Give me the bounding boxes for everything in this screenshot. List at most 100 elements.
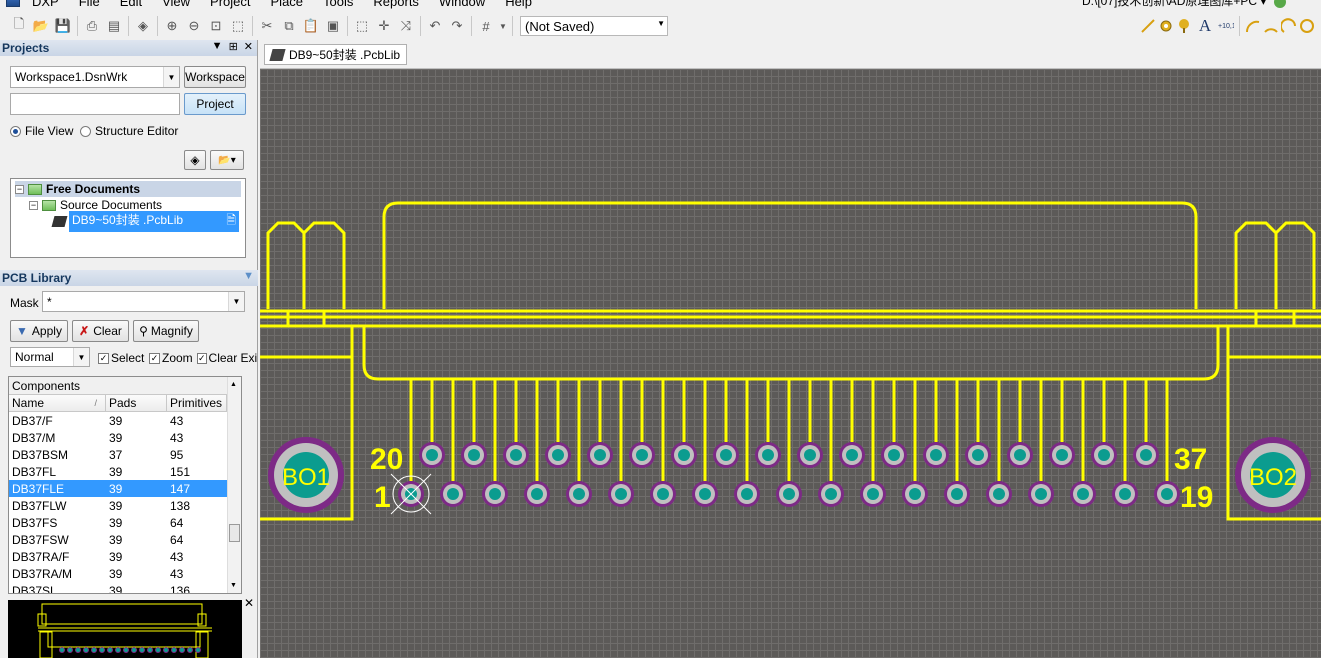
pad-bottom-19[interactable] xyxy=(1154,481,1180,507)
scroll-thumb[interactable] xyxy=(229,524,240,542)
table-row[interactable]: DB37FS 39 64 xyxy=(9,514,241,531)
pad-bottom-4[interactable] xyxy=(524,481,550,507)
table-row[interactable]: DB37SL 39 136 xyxy=(9,582,241,594)
zoom-checkbox[interactable]: ✓ Zoom xyxy=(149,351,193,365)
tree-item-free-documents[interactable]: − Free Documents xyxy=(15,181,241,197)
place-pad-icon[interactable] xyxy=(1158,18,1174,34)
pad-top-26[interactable] xyxy=(671,442,697,468)
column-header-primitives[interactable]: Primitives xyxy=(167,395,227,411)
pad-top-20[interactable] xyxy=(419,442,445,468)
pad-bottom-6[interactable] xyxy=(608,481,634,507)
pad-bottom-10[interactable] xyxy=(776,481,802,507)
pin-icon[interactable]: ⊞ xyxy=(229,40,238,53)
scroll-down-icon[interactable]: ▼ xyxy=(230,582,237,589)
go-icon[interactable] xyxy=(1273,0,1286,8)
table-row[interactable]: DB37FL 39 151 xyxy=(9,463,241,480)
tab-pcblib-document[interactable]: DB9~50封装 .PcbLib xyxy=(264,44,408,65)
panel-menu-icon[interactable]: ▼ xyxy=(243,270,254,282)
place-via-icon[interactable] xyxy=(1176,18,1192,34)
place-line-icon[interactable] xyxy=(1140,18,1156,34)
pad-bottom-8[interactable] xyxy=(692,481,718,507)
pad-top-29[interactable] xyxy=(797,442,823,468)
table-row[interactable]: DB37BSM 37 95 xyxy=(9,446,241,463)
pad-top-24[interactable] xyxy=(587,442,613,468)
menu-place[interactable]: Place xyxy=(261,0,314,9)
pad-bottom-15[interactable] xyxy=(986,481,1012,507)
menu-file[interactable]: File xyxy=(69,0,110,9)
pad-bottom-13[interactable] xyxy=(902,481,928,507)
menu-reports[interactable]: Reports xyxy=(363,0,429,9)
table-row[interactable]: DB37FSW 39 64 xyxy=(9,531,241,548)
pad-bottom-2[interactable] xyxy=(440,481,466,507)
collapse-icon[interactable]: − xyxy=(29,200,38,210)
select-area-icon[interactable]: ⬚ xyxy=(351,15,373,37)
open-icon[interactable]: 📂 xyxy=(30,15,52,37)
pcb-editor-canvas[interactable]: BO1 BO2 20 1 37 19 xyxy=(260,69,1321,658)
pad-top-37[interactable] xyxy=(1133,442,1159,468)
pad-bottom-3[interactable] xyxy=(482,481,508,507)
zoom-out-icon[interactable]: ⊖ xyxy=(183,15,205,37)
table-row[interactable]: DB37FLW 39 138 xyxy=(9,497,241,514)
print-icon[interactable]: ⎙ xyxy=(81,15,103,37)
pad-bottom-14[interactable] xyxy=(944,481,970,507)
pad-top-25[interactable] xyxy=(629,442,655,468)
deselect-icon[interactable]: ⤨ xyxy=(395,15,417,37)
pad-bottom-12[interactable] xyxy=(860,481,886,507)
pad-top-23[interactable] xyxy=(545,442,571,468)
menu-edit[interactable]: Edit xyxy=(110,0,152,9)
pad-top-22[interactable] xyxy=(503,442,529,468)
redo-icon[interactable]: ↷ xyxy=(446,15,468,37)
tree-item-pcblib[interactable]: DB9~50封装 .PcbLib 🗎 xyxy=(51,210,241,232)
nav-arrow-icon[interactable]: ▾ xyxy=(1260,0,1266,8)
magnify-button[interactable]: ⚲ Magnify xyxy=(133,320,199,342)
clear-existing-checkbox[interactable]: ✓ Clear Exi xyxy=(197,351,257,365)
table-row[interactable]: DB37RA/M 39 43 xyxy=(9,565,241,582)
pad-bottom-17[interactable] xyxy=(1070,481,1096,507)
arc-edge-icon[interactable] xyxy=(1263,18,1279,34)
move-icon[interactable]: ✛ xyxy=(373,15,395,37)
new-document-icon[interactable]: 🗋 xyxy=(8,15,30,37)
table-row[interactable]: DB37/M 39 43 xyxy=(9,429,241,446)
document-state-select[interactable]: (Not Saved) ▼ xyxy=(520,16,668,36)
paste-icon[interactable]: 📋 xyxy=(300,15,322,37)
full-circle-icon[interactable] xyxy=(1299,18,1315,34)
place-string-icon[interactable]: A xyxy=(1194,15,1216,37)
pad-top-21[interactable] xyxy=(461,442,487,468)
place-coordinate-icon[interactable]: +10,10 xyxy=(1218,18,1234,34)
copy-icon[interactable]: ⧉ xyxy=(278,15,300,37)
pad-bottom-7[interactable] xyxy=(650,481,676,507)
file-view-radio[interactable]: File View xyxy=(10,124,73,138)
pad-top-34[interactable] xyxy=(1007,442,1033,468)
menu-window[interactable]: Window xyxy=(429,0,495,9)
close-icon[interactable]: ✕ xyxy=(244,40,253,53)
grid-dropdown-icon[interactable]: ▼ xyxy=(497,15,509,37)
clear-button[interactable]: ✗ Clear xyxy=(72,320,129,342)
structure-editor-radio[interactable]: Structure Editor xyxy=(80,124,178,138)
components-scrollbar[interactable]: ▲ ▼ xyxy=(227,377,241,593)
menu-tools[interactable]: Tools xyxy=(313,0,363,9)
column-header-pads[interactable]: Pads xyxy=(106,395,167,411)
pad-top-35[interactable] xyxy=(1049,442,1075,468)
pad-top-30[interactable] xyxy=(839,442,865,468)
table-row[interactable]: DB37RA/F 39 43 xyxy=(9,548,241,565)
pad-bottom-11[interactable] xyxy=(818,481,844,507)
layers-icon[interactable]: ◈ xyxy=(132,15,154,37)
arc-center-icon[interactable] xyxy=(1245,18,1261,34)
zoom-fit-icon[interactable]: ⊡ xyxy=(205,15,227,37)
menu-dxp[interactable]: DXP xyxy=(22,0,69,9)
menu-view[interactable]: View xyxy=(152,0,200,9)
panel-menu-icon[interactable]: ▼ xyxy=(212,40,223,53)
grid-icon[interactable]: # xyxy=(475,15,497,37)
save-icon[interactable]: 💾 xyxy=(52,15,74,37)
dxp-icon[interactable] xyxy=(6,0,20,7)
workspace-button[interactable]: Workspace xyxy=(184,66,246,88)
compile-icon[interactable]: ◈ xyxy=(184,150,206,170)
column-header-name[interactable]: Name / xyxy=(9,395,106,411)
pad-bottom-18[interactable] xyxy=(1112,481,1138,507)
rubber-stamp-icon[interactable]: ▣ xyxy=(322,15,344,37)
pad-bottom-5[interactable] xyxy=(566,481,592,507)
menu-project[interactable]: Project xyxy=(200,0,260,9)
workspace-select[interactable]: Workspace1.DsnWrk ▼ xyxy=(10,66,180,88)
zoom-in-icon[interactable]: ⊕ xyxy=(161,15,183,37)
select-checkbox[interactable]: ✓ Select xyxy=(98,351,144,365)
